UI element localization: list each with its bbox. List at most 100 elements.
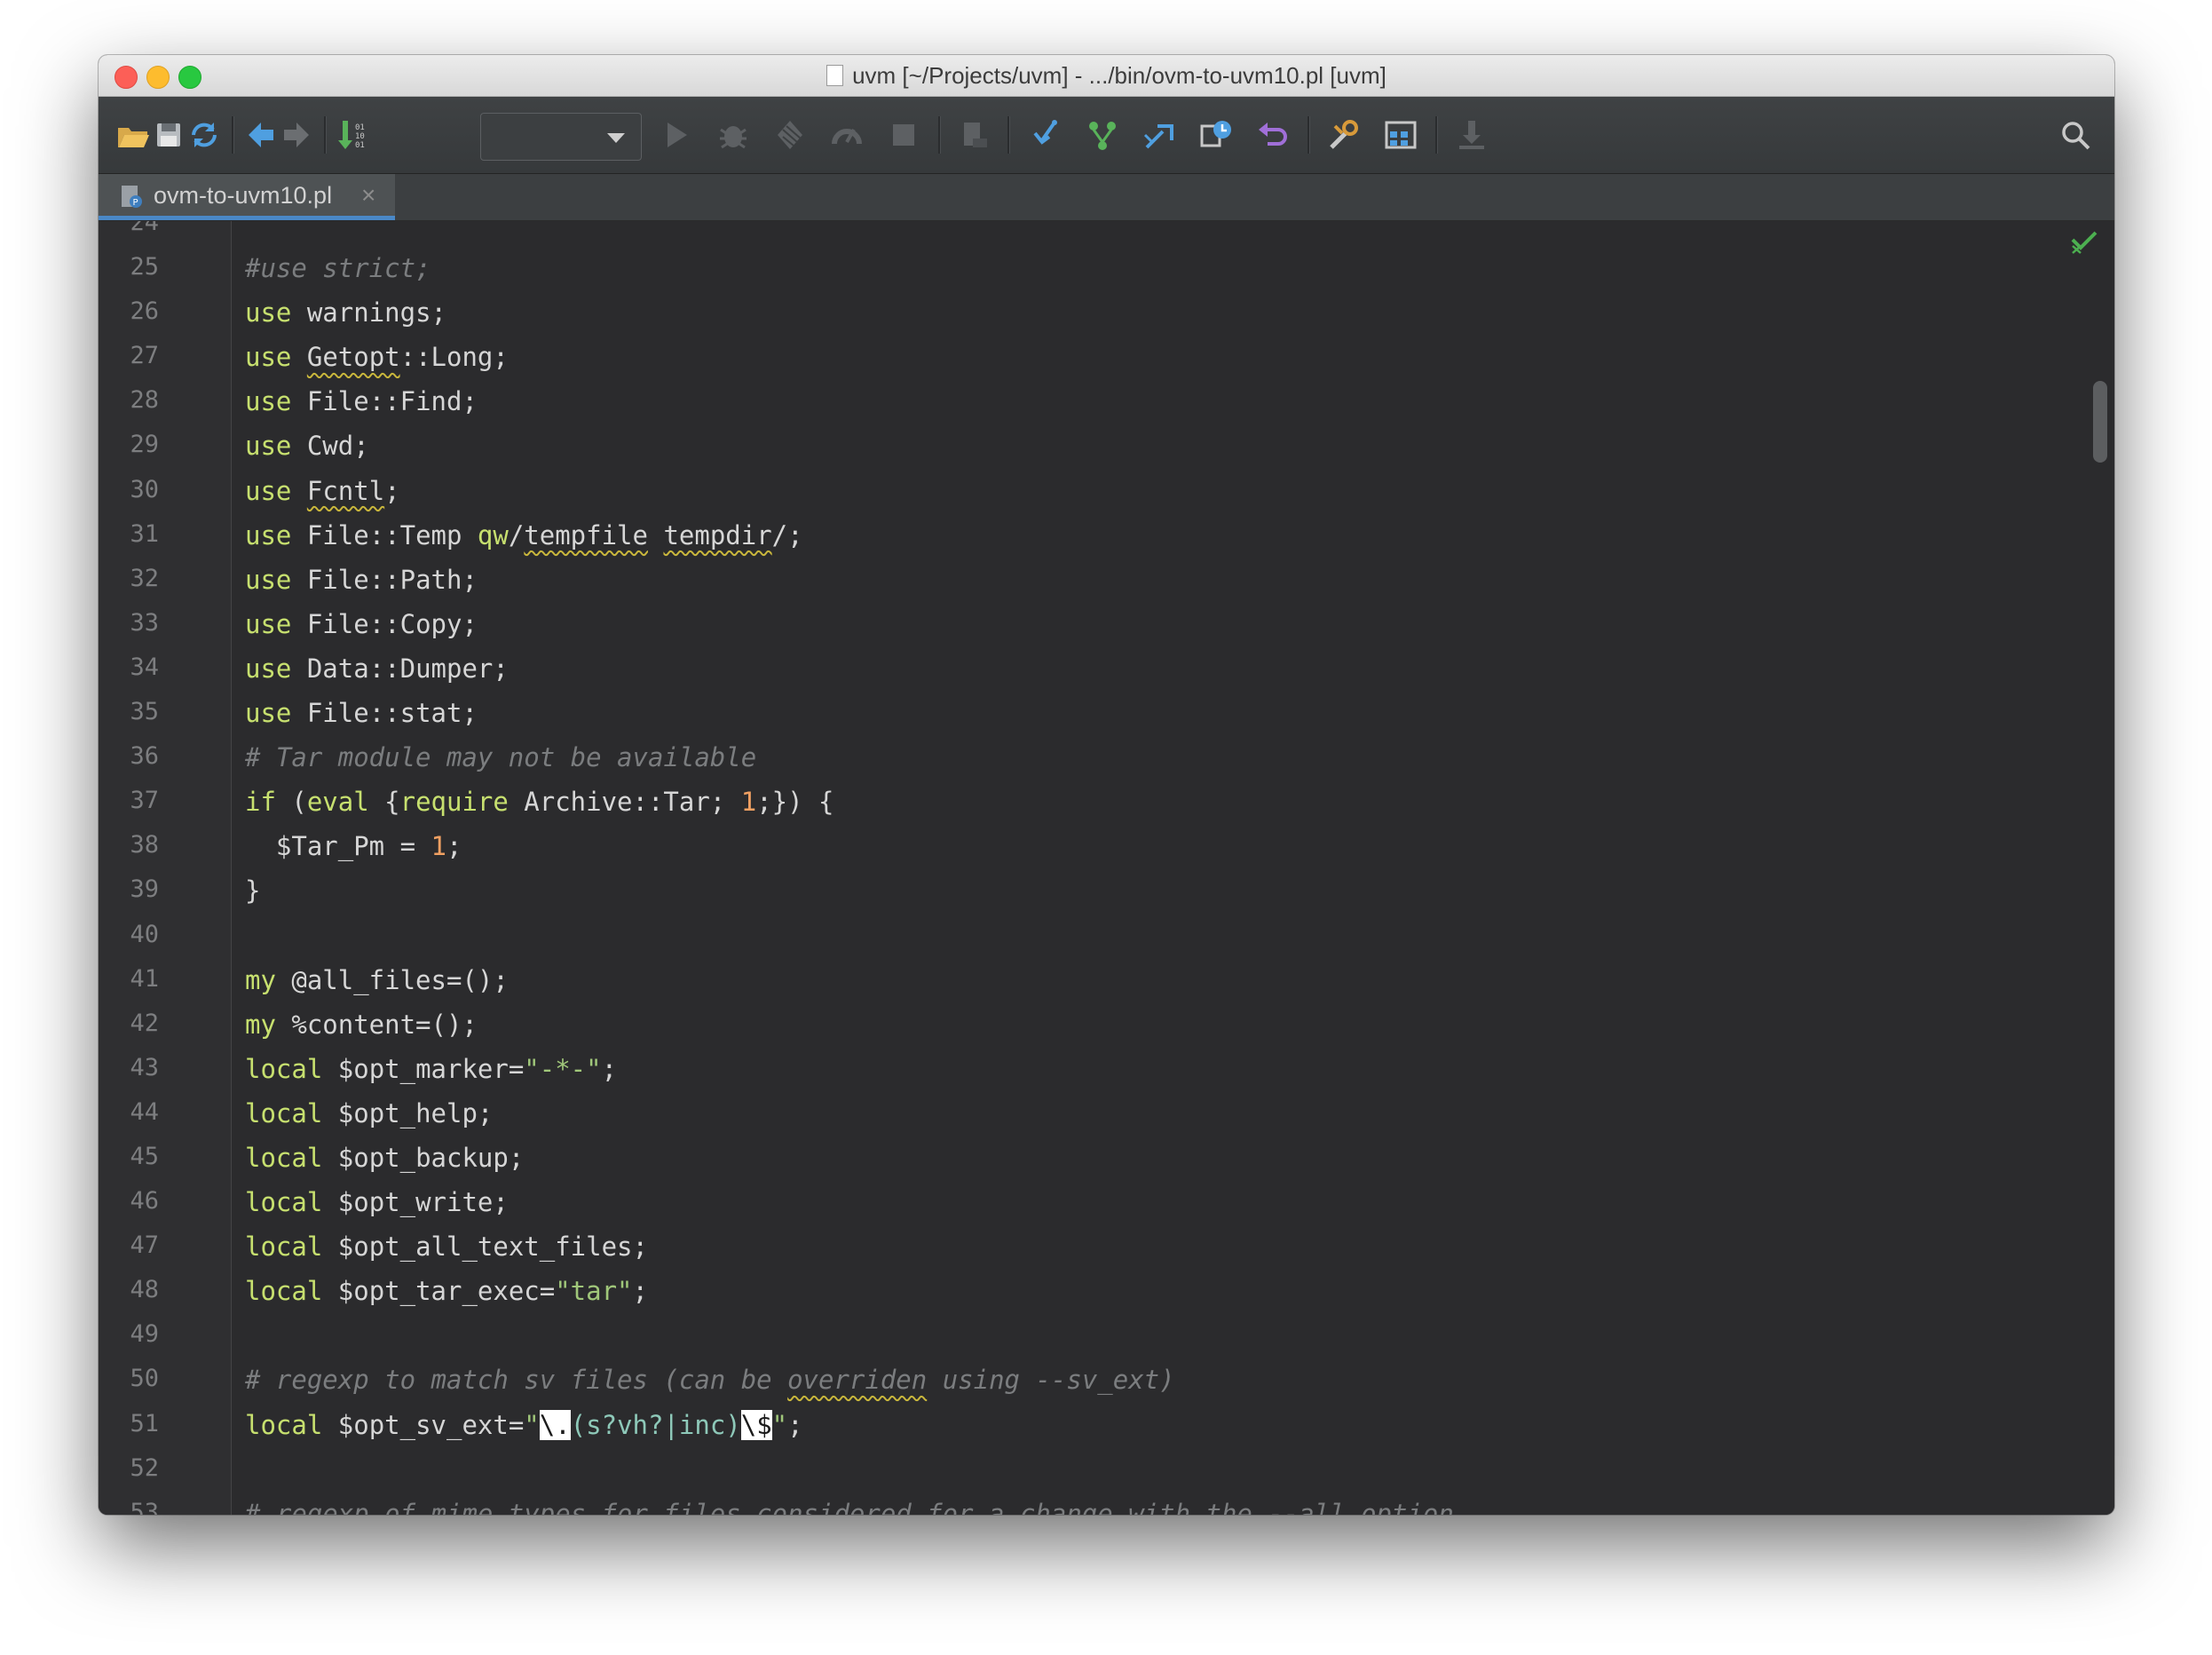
tab-ovm-to-uvm10-pl[interactable]: P ovm-to-uvm10.pl × xyxy=(99,174,395,220)
code-text: use File::stat; xyxy=(245,698,478,729)
code-line[interactable]: 34 use Data::Dumper; xyxy=(99,648,2114,693)
code-text: #use strict; xyxy=(245,253,431,284)
project-structure-icon[interactable] xyxy=(1379,113,1423,157)
toolbar-separator xyxy=(1007,116,1010,154)
code-line[interactable]: 45 local $opt_backup; xyxy=(99,1137,2114,1182)
vcs-branch-icon[interactable] xyxy=(1080,113,1125,157)
line-number: 40 xyxy=(130,920,159,948)
line-number: 29 xyxy=(130,431,159,459)
code-line[interactable]: 27 use Getopt::Long; xyxy=(99,337,2114,381)
line-number: 24 xyxy=(130,221,159,236)
code-line[interactable]: 28 use File::Find; xyxy=(99,381,2114,425)
build-icon[interactable]: 01 10 01 xyxy=(331,113,375,157)
code-text: use File::Find; xyxy=(245,386,478,417)
code-text: local $opt_help; xyxy=(245,1097,494,1128)
tab-label: ovm-to-uvm10.pl xyxy=(154,182,333,209)
code-text: local $opt_tar_exec="tar"; xyxy=(245,1276,648,1307)
title-bar: uvm [~/Projects/uvm] - .../bin/ovm-to-uv… xyxy=(99,55,2114,97)
vcs-revert-icon[interactable] xyxy=(1251,113,1295,157)
code-line[interactable]: 53 # regexp of mime types for files consi… xyxy=(99,1493,2114,1515)
code-text: use File::Copy; xyxy=(245,608,478,639)
line-number: 38 xyxy=(130,831,159,859)
code-text: use Getopt::Long; xyxy=(245,342,509,373)
run-icon[interactable] xyxy=(654,113,699,157)
vcs-history-icon[interactable] xyxy=(1194,113,1238,157)
code-line[interactable]: 32 use File::Path; xyxy=(99,559,2114,604)
code-line[interactable]: 29 use Cwd; xyxy=(99,425,2114,470)
run-configuration-select[interactable] xyxy=(480,113,642,161)
download-icon[interactable] xyxy=(1450,113,1494,157)
code-editor[interactable]: 24 25 #use strict; 26 use warnings; 27 use Get… xyxy=(99,221,2114,1515)
vcs-update-icon[interactable] xyxy=(1023,113,1068,157)
code-lines: 24 25 #use strict; 26 use warnings; 27 use Get… xyxy=(99,221,2114,1515)
line-number: 25 xyxy=(130,253,159,281)
code-line[interactable]: 40 xyxy=(99,915,2114,960)
toolbar-separator xyxy=(1307,116,1310,154)
line-number: 53 xyxy=(130,1498,159,1515)
line-number: 28 xyxy=(130,386,159,415)
ide-window: uvm [~/Projects/uvm] - .../bin/ovm-to-uv… xyxy=(99,55,2114,1515)
code-text: local $opt_marker="-*-"; xyxy=(245,1053,618,1084)
toolbar-separator xyxy=(324,116,327,154)
line-number: 31 xyxy=(130,519,159,548)
code-line[interactable]: 49 xyxy=(99,1315,2114,1359)
code-line[interactable]: 41 my @all_files=(); xyxy=(99,960,2114,1004)
vcs-push-icon[interactable] xyxy=(1137,113,1181,157)
code-line[interactable]: 50 # regexp to match sv files (can be ove… xyxy=(99,1359,2114,1404)
line-number: 49 xyxy=(130,1320,159,1349)
code-text: local $opt_sv_ext="\.(s?vh?|inc)\$"; xyxy=(245,1409,803,1440)
coverage-icon[interactable] xyxy=(768,113,812,157)
code-line[interactable]: 26 use warnings; xyxy=(99,292,2114,337)
debug-icon[interactable] xyxy=(711,113,755,157)
svg-text:P: P xyxy=(133,198,138,208)
document-icon xyxy=(826,65,844,86)
toolbar-separator xyxy=(1435,116,1438,154)
close-tab-icon[interactable]: × xyxy=(361,174,375,217)
code-text: use Data::Dumper; xyxy=(245,653,509,684)
code-line[interactable]: 38 $Tar_Pm = 1; xyxy=(99,826,2114,870)
code-line[interactable]: 48 local $opt_tar_exec="tar"; xyxy=(99,1271,2114,1315)
code-line[interactable]: 25 #use strict; xyxy=(99,248,2114,292)
line-number: 26 xyxy=(130,297,159,326)
stop-icon[interactable] xyxy=(881,113,926,157)
code-text: my %content=(); xyxy=(245,1009,478,1040)
code-line[interactable]: 43 local $opt_marker="-*-"; xyxy=(99,1049,2114,1093)
main-toolbar: 01 10 01 xyxy=(99,97,2114,174)
code-text: local $opt_write; xyxy=(245,1187,509,1218)
line-number: 45 xyxy=(130,1142,159,1170)
code-text: # regexp of mime types for files conside… xyxy=(245,1498,1454,1515)
code-line[interactable]: 31 use File::Temp qw/tempfile tempdir/; xyxy=(99,515,2114,559)
window-title-text: uvm [~/Projects/uvm] - .../bin/ovm-to-uv… xyxy=(852,62,1386,89)
code-text: # regexp to match sv files (can be overr… xyxy=(245,1365,1175,1396)
code-line[interactable]: 24 xyxy=(99,221,2114,248)
attach-icon[interactable] xyxy=(952,113,997,157)
line-number: 44 xyxy=(130,1097,159,1126)
code-line[interactable]: 42 my %content=(); xyxy=(99,1004,2114,1049)
profile-icon[interactable] xyxy=(825,113,869,157)
settings-icon[interactable] xyxy=(1322,113,1366,157)
code-line[interactable]: 46 local $opt_write; xyxy=(99,1182,2114,1226)
line-number: 47 xyxy=(130,1231,159,1260)
code-line[interactable]: 37 if (eval {require Archive::Tar; 1;}) { xyxy=(99,781,2114,826)
forward-icon[interactable] xyxy=(274,113,319,157)
editor-tab-bar: P ovm-to-uvm10.pl × xyxy=(99,174,2114,221)
code-line[interactable]: 47 local $opt_all_text_files; xyxy=(99,1226,2114,1271)
code-line[interactable]: 35 use File::stat; xyxy=(99,693,2114,737)
code-text: use File::Path; xyxy=(245,564,478,595)
code-text: use File::Temp qw/tempfile tempdir/; xyxy=(245,519,803,550)
code-line[interactable]: 30 use Fcntl; xyxy=(99,471,2114,515)
code-line[interactable]: 51 local $opt_sv_ext="\.(s?vh?|inc)\$"; xyxy=(99,1405,2114,1449)
code-line[interactable]: 36 # Tar module may not be available xyxy=(99,737,2114,781)
vertical-scrollbar-thumb[interactable] xyxy=(2093,381,2107,463)
inspection-ok-icon[interactable] xyxy=(2070,228,2098,257)
sync-icon[interactable] xyxy=(182,113,226,157)
code-line[interactable]: 44 local $opt_help; xyxy=(99,1093,2114,1137)
code-line[interactable]: 39} xyxy=(99,870,2114,915)
code-line[interactable]: 52 xyxy=(99,1449,2114,1493)
line-number: 43 xyxy=(130,1053,159,1081)
code-text: use Cwd; xyxy=(245,431,369,462)
line-number: 30 xyxy=(130,475,159,503)
line-number: 51 xyxy=(130,1409,159,1437)
search-icon[interactable] xyxy=(2053,113,2097,157)
code-line[interactable]: 33 use File::Copy; xyxy=(99,604,2114,648)
